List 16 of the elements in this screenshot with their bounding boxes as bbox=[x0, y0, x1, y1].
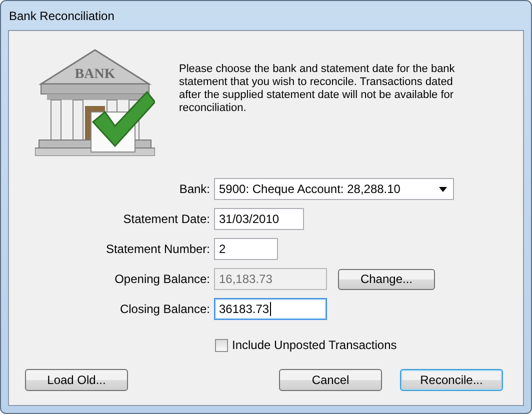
input-field[interactable]: 31/03/2010 bbox=[214, 208, 304, 230]
input-field[interactable]: 2 bbox=[214, 238, 278, 260]
instruction-text: Please choose the bank and statement date for the bank statement that you wish to reconcile. Transactions dated after the supplied statement date will not be available for reconciliation. bbox=[179, 63, 456, 115]
window-title: Bank Reconciliation bbox=[9, 8, 114, 22]
field-label: Opening Balance: bbox=[114, 272, 210, 286]
field-label: Closing Balance: bbox=[118, 302, 210, 316]
field-label: Statement Number: bbox=[104, 242, 210, 256]
input-field[interactable]: 36183.73 bbox=[214, 298, 327, 320]
dialog-button[interactable]: Reconcile... bbox=[400, 369, 503, 391]
caret-icon bbox=[439, 186, 447, 192]
field-label: Statement Date: bbox=[122, 212, 210, 226]
bank-dropdown[interactable]: 5900: Cheque Account: 28,288.10 bbox=[214, 178, 454, 200]
dialog-button[interactable]: Load Old... bbox=[25, 369, 128, 391]
dialog-button[interactable]: Cancel bbox=[279, 369, 382, 391]
include-unposted-checkbox[interactable]: Include Unposted Transactions bbox=[215, 338, 523, 352]
field-label: Bank: bbox=[178, 182, 210, 196]
